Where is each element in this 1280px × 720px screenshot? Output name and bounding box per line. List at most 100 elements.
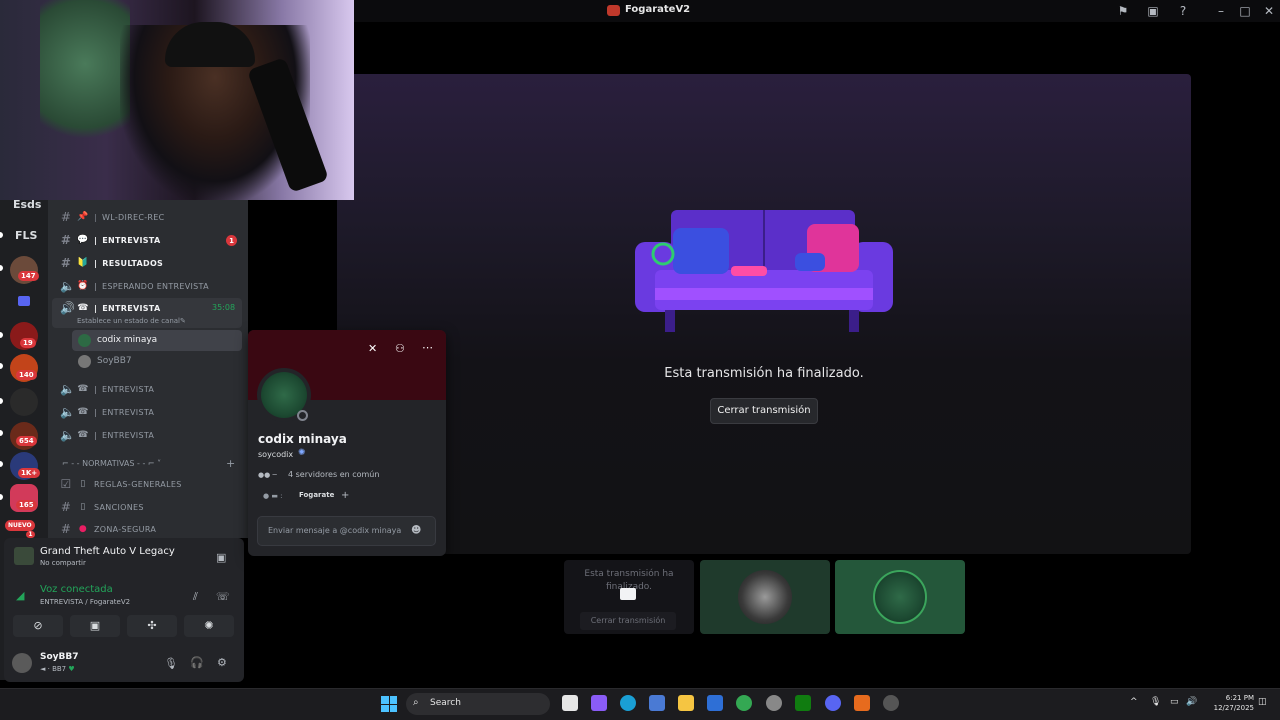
headphones-icon[interactable]: 🎧 <box>190 656 204 669</box>
phone-icon: ☎ <box>77 384 89 394</box>
steam-icon[interactable] <box>766 695 782 711</box>
voice-user-name: codix minaya <box>97 335 158 345</box>
more-icon[interactable]: ⋯ <box>422 341 433 354</box>
minimize-icon[interactable]: – <box>1213 3 1229 19</box>
channel-voice[interactable]: 🔈 ☎ | ENTREVISTA <box>56 378 242 400</box>
disconnect-icon[interactable]: ☏ <box>216 590 230 603</box>
channel-text[interactable]: # ▯ SANCIONES <box>56 496 242 518</box>
taskbar-search[interactable]: Search <box>406 693 550 715</box>
server-label[interactable]: FLS <box>15 229 37 242</box>
mutual-servers[interactable]: 4 servidores en común <box>288 470 379 479</box>
stream-tile-ended[interactable]: Esta transmisión ha finalizado. Cerrar t… <box>564 560 694 634</box>
server-icon[interactable] <box>10 388 38 416</box>
channel-label: ESPERANDO ENTREVISTA <box>102 281 209 291</box>
network-icon[interactable]: ▭ <box>1170 697 1179 707</box>
badge-icon[interactable]: ✺ <box>298 448 306 458</box>
server-badge: 654 <box>16 436 37 446</box>
soundboard-button[interactable]: ✺ <box>184 615 234 637</box>
chrome-icon[interactable] <box>736 695 752 711</box>
couch-illustration <box>635 210 893 332</box>
mic-icon[interactable]: 🎙 <box>1150 697 1161 707</box>
phone-icon: ☎ <box>77 430 89 440</box>
hash-icon: # <box>60 210 72 224</box>
folder-icon[interactable] <box>18 296 30 306</box>
webcam-overlay <box>0 0 354 200</box>
channel-text[interactable]: ☑ ▯ REGLAS-GENERALES <box>56 473 242 495</box>
edit-icon[interactable]: ✎ <box>180 317 186 325</box>
game-icon <box>14 547 34 565</box>
inbox-icon[interactable]: ⚑ <box>1115 3 1131 19</box>
activities-button[interactable]: ✣ <box>127 615 177 637</box>
profile-username[interactable]: soycodix <box>258 450 293 459</box>
channel-text[interactable]: # 🔰 | RESULTADOS <box>56 252 242 274</box>
voice-status[interactable]: Voz conectada <box>40 584 113 595</box>
phone-icon: ☎ <box>77 407 89 417</box>
speaker-icon: 🔈 <box>60 405 76 419</box>
close-icon[interactable]: ✕ <box>1261 3 1277 19</box>
store-icon[interactable] <box>649 695 665 711</box>
screen-share-button[interactable]: ▣ <box>70 615 120 637</box>
emoji-icon[interactable]: ☻ <box>411 525 421 536</box>
app-icon[interactable] <box>883 695 899 711</box>
share-screen-icon[interactable]: ▣ <box>216 551 226 564</box>
category-header[interactable]: ⌐ - - NORMATIVAS - - ⌐ ˅ <box>62 459 161 468</box>
speaker-icon: 🔈 <box>60 279 76 293</box>
channel-status[interactable]: Establece un estado de canal <box>77 317 180 325</box>
participant-tile-soybb7[interactable] <box>700 560 830 634</box>
tray-chevron-icon[interactable]: ^ <box>1130 697 1138 707</box>
mic-icon[interactable]: 🎙 <box>164 657 178 670</box>
channel-voice[interactable]: 🔈 ☎ | ENTREVISTA <box>56 424 242 446</box>
channel-voice[interactable]: 🔈 ☎ | ENTREVISTA <box>56 401 242 423</box>
channel-voice[interactable]: 🔈 ⏰ | ESPERANDO ENTREVISTA <box>56 275 242 297</box>
voice-user-soybb7[interactable]: SoyBB7 <box>78 351 132 371</box>
noise-suppression-icon[interactable]: ⫽ <box>193 590 198 604</box>
channel-text[interactable]: # 💬 | ENTREVISTA <box>56 229 242 251</box>
mail-icon[interactable] <box>707 695 723 711</box>
notification-icon[interactable]: ◫ <box>1258 697 1267 707</box>
participant-tile-codix[interactable] <box>835 560 965 634</box>
profile-display-name: codix minaya <box>258 432 347 446</box>
document-icon: ▯ <box>80 502 86 512</box>
channel-label: ENTREVISTA <box>102 303 161 313</box>
help-icon[interactable]: ? <box>1175 3 1191 19</box>
task-view-icon[interactable] <box>562 695 578 711</box>
message-input[interactable]: Enviar mensaje a @codix minaya <box>257 516 436 546</box>
voice-user-name: SoyBB7 <box>97 356 132 366</box>
phone-icon: ☎ <box>77 303 89 313</box>
xbox-icon[interactable] <box>795 695 811 711</box>
channel-label: ENTREVISTA <box>102 430 155 440</box>
window-title: FogarateV2 <box>625 4 691 15</box>
camera-off-button[interactable]: ⊘ <box>13 615 63 637</box>
server-badge: 1 <box>26 531 35 538</box>
channel-text[interactable]: # 📌 | WL-DIREC-REC <box>56 206 242 228</box>
avatar[interactable] <box>12 653 32 673</box>
copilot-icon[interactable] <box>591 695 607 711</box>
server-label[interactable]: Esds <box>13 198 41 211</box>
add-role-icon[interactable]: + <box>341 490 349 501</box>
explorer-icon[interactable] <box>678 695 694 711</box>
volume-icon[interactable]: 🔊 <box>1186 697 1197 707</box>
avatar <box>78 333 91 347</box>
app-icon[interactable] <box>854 695 870 711</box>
hash-icon: # <box>60 500 72 514</box>
maximize-icon[interactable]: □ <box>1237 3 1253 19</box>
add-channel-icon[interactable]: + <box>226 457 235 470</box>
edge-icon[interactable] <box>620 695 636 711</box>
christmas-tree <box>40 0 130 160</box>
stream-icon[interactable]: ▣ <box>1145 3 1161 19</box>
clock[interactable]: 6:21 PM 12/27/2025 <box>1200 693 1254 713</box>
activity-sub: No compartir <box>40 559 86 567</box>
windows-icon[interactable] <box>381 696 397 712</box>
add-friend-icon[interactable]: ⚇ <box>395 342 405 355</box>
server-badge: 140 <box>16 370 37 380</box>
voice-channel-name[interactable]: ENTREVISTA / FogarateV2 <box>40 598 130 606</box>
profile-server[interactable]: Fogarate <box>299 491 334 499</box>
channel-text[interactable]: # ● ZONA-SEGURA <box>56 518 242 540</box>
discord-icon[interactable] <box>825 695 841 711</box>
hash-icon: # <box>60 522 72 536</box>
voice-user-codix[interactable]: codix minaya <box>78 330 157 350</box>
call-icon[interactable]: ✕ <box>368 342 377 355</box>
settings-icon[interactable]: ⚙ <box>217 656 227 669</box>
tile-close-button[interactable]: Cerrar transmisión <box>580 612 676 630</box>
close-stream-button[interactable]: Cerrar transmisión <box>710 398 818 424</box>
